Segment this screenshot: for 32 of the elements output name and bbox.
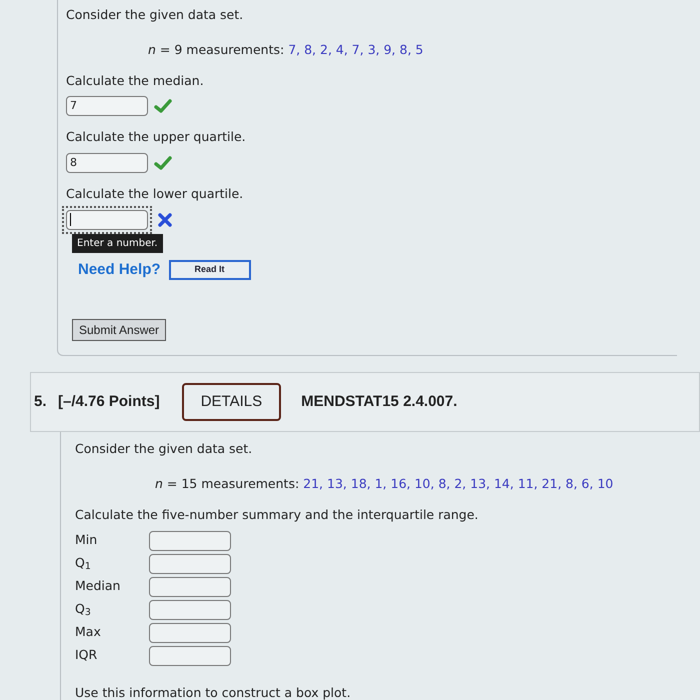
points-text: [–/4.76 Points]	[58, 392, 160, 412]
answer-field[interactable]	[149, 600, 231, 620]
question-code: MENDSTAT15 2.4.007.	[301, 392, 458, 412]
need-help-text: Need Help?	[78, 260, 161, 280]
field-label: Max	[75, 623, 102, 642]
question-prompt: Calculate the upper quartile.	[66, 128, 247, 146]
answer-field[interactable]: 7	[66, 96, 148, 116]
question-prompt: Calculate the five-number summary and the interquartile range.	[75, 506, 480, 524]
question-number: 5.	[34, 392, 48, 412]
question-prompt: Calculate the median.	[66, 72, 205, 90]
answer-field[interactable]	[149, 554, 231, 574]
answer-field[interactable]	[149, 576, 231, 596]
tooltip: Enter a number.	[72, 234, 163, 253]
field-label: Q$_{3}$	[75, 600, 92, 619]
intro-text: Consider the given data set.	[66, 6, 244, 24]
read-it-button[interactable]: Read It	[168, 260, 251, 280]
intro-text: Consider the given data set.	[75, 440, 254, 458]
answer-field[interactable]	[149, 646, 231, 666]
dataset-text: n = 15 measurements: 21, 13, 18, 1, 16, 10, 8, 2, 13, 14, 11, 21, 8, 6, 10	[155, 475, 614, 493]
answer-field[interactable]	[149, 622, 231, 642]
answer-field[interactable]	[149, 530, 231, 550]
field-label: IQR	[75, 646, 98, 664]
field-label: Median	[75, 577, 122, 596]
details-button[interactable]: DETAILS	[182, 383, 282, 422]
footer-text: Use this information to construct a box plot.	[75, 684, 352, 700]
answer-field[interactable]	[66, 210, 148, 230]
field-label: Min	[75, 531, 98, 550]
field-label: Q$_{1}$	[75, 554, 92, 573]
dataset-text: n = 9 measurements: 7, 8, 2, 4, 7, 3, 9, 8, 5	[148, 40, 424, 59]
question-prompt: Calculate the lower quartile.	[66, 185, 244, 203]
submit-button[interactable]: Submit Answer	[72, 319, 166, 342]
answer-field[interactable]: 8	[66, 153, 148, 173]
